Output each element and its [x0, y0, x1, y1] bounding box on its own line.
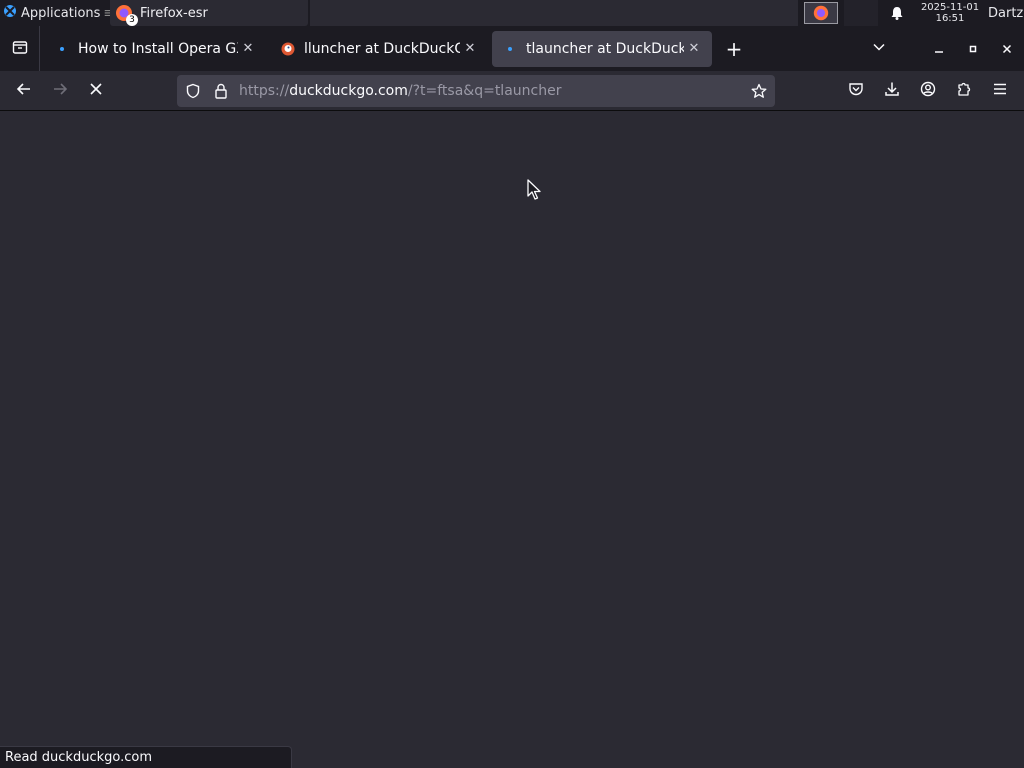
window-count-badge: 3 — [126, 14, 138, 26]
tray-slot — [844, 0, 878, 26]
maximize-button[interactable] — [956, 31, 990, 67]
tab-lluncher[interactable]: lluncher at DuckDuckGo ✕ — [270, 31, 488, 67]
plus-icon: + — [725, 36, 743, 61]
downloads-button[interactable] — [874, 75, 910, 107]
firefox-view-button[interactable] — [0, 26, 40, 71]
tab-title: How to Install Opera GX — [78, 40, 238, 57]
close-icon — [1002, 39, 1012, 58]
account-button[interactable] — [910, 75, 946, 107]
url-bar[interactable]: https://duckduckgo.com/?t=ftsa&q=tlaunch… — [177, 75, 775, 107]
taskbar-window-firefox[interactable]: 3 Firefox-esr — [110, 0, 308, 26]
notification-bell-icon[interactable] — [880, 6, 914, 20]
extensions-button[interactable] — [946, 75, 982, 107]
chevron-down-icon — [872, 39, 886, 58]
arrow-left-icon — [16, 81, 32, 101]
forward-button[interactable] — [42, 75, 78, 107]
new-tab-button[interactable]: + — [716, 31, 752, 67]
menu-separator-icon: ≡ — [103, 5, 110, 21]
taskbar-window-title: Firefox-esr — [140, 5, 208, 21]
stop-button[interactable] — [78, 75, 114, 107]
toolbar-actions — [838, 75, 1018, 107]
status-panel: Read duckduckgo.com — [0, 746, 292, 768]
mouse-cursor-icon — [527, 179, 541, 205]
app-menu-button[interactable] — [982, 75, 1018, 107]
close-icon[interactable]: ✕ — [460, 39, 480, 59]
download-icon — [884, 81, 900, 101]
close-icon[interactable]: ✕ — [238, 39, 258, 59]
close-icon — [89, 81, 103, 100]
system-tray: 2025-11-01 16:51 Dartz — [798, 0, 1024, 26]
back-button[interactable] — [6, 75, 42, 107]
minimize-button[interactable] — [922, 31, 956, 67]
applications-menu[interactable]: Applications ≡ — [0, 0, 110, 26]
user-menu[interactable]: Dartz — [986, 6, 1024, 21]
tab-opera-gx[interactable]: How to Install Opera GX ✕ — [44, 31, 266, 67]
os-taskbar: Applications ≡ 3 Firefox-esr 2025-11-01 … — [0, 0, 1024, 26]
tab-title: lluncher at DuckDuckGo — [304, 40, 460, 57]
bookmark-star-icon[interactable] — [745, 83, 773, 99]
minimize-icon — [934, 39, 944, 58]
close-window-button[interactable] — [990, 31, 1024, 67]
firefox-launcher-icon[interactable] — [804, 2, 838, 24]
pocket-icon — [848, 81, 864, 101]
tab-title: tlauncher at DuckDuckGo — [526, 40, 684, 57]
lock-icon[interactable] — [207, 83, 235, 99]
clock[interactable]: 2025-11-01 16:51 — [914, 2, 986, 24]
firefox-icon: 3 — [114, 3, 138, 26]
url-prefix: https:// — [239, 83, 290, 99]
taskbar-spacer — [310, 0, 798, 26]
navigation-toolbar: https://duckduckgo.com/?t=ftsa&q=tlaunch… — [0, 71, 1024, 111]
puzzle-icon — [956, 81, 972, 101]
xfce-logo-icon — [2, 3, 18, 23]
close-icon[interactable]: ✕ — [684, 39, 704, 59]
pocket-button[interactable] — [838, 75, 874, 107]
loading-dot-icon — [502, 41, 518, 57]
hamburger-menu-icon — [992, 81, 1008, 101]
status-text: Read duckduckgo.com — [5, 750, 153, 765]
arrow-right-icon — [52, 81, 68, 101]
tab-bar: How to Install Opera GX ✕ lluncher at Du… — [0, 26, 1024, 71]
maximize-icon — [968, 39, 978, 58]
url-path: /?t=ftsa&q=tlauncher — [407, 83, 562, 99]
loading-dot-icon — [54, 41, 70, 57]
url-host: duckduckgo.com — [289, 83, 408, 99]
firefox-view-icon — [12, 39, 28, 59]
url-text[interactable]: https://duckduckgo.com/?t=ftsa&q=tlaunch… — [235, 83, 745, 99]
shield-icon[interactable] — [179, 83, 207, 99]
clock-date: 2025-11-01 — [920, 2, 980, 13]
tab-tlauncher[interactable]: tlauncher at DuckDuckGo ✕ — [492, 30, 712, 67]
clock-time: 16:51 — [935, 13, 965, 24]
duckduckgo-icon — [280, 41, 296, 57]
account-icon — [920, 81, 936, 101]
page-content[interactable] — [0, 111, 1024, 768]
list-all-tabs-button[interactable] — [862, 31, 896, 67]
applications-label: Applications — [21, 5, 101, 21]
